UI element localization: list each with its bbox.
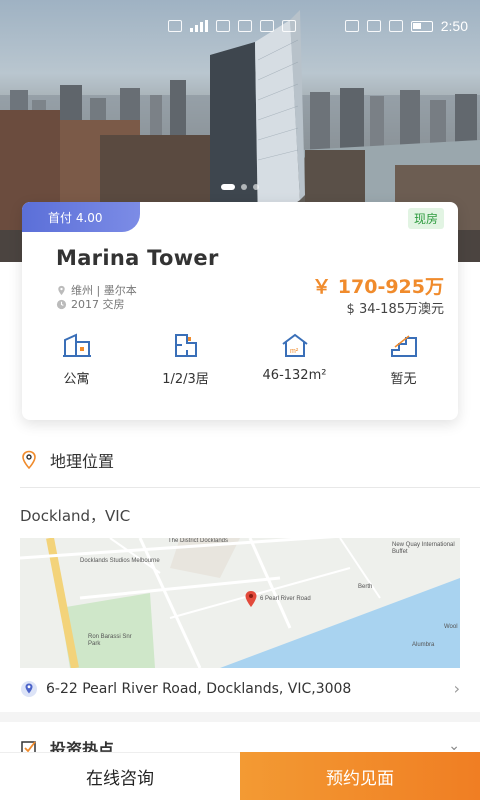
feature-label: 暂无 [390,372,417,387]
map-label: Ron Barassi Snr Park [88,634,132,647]
battery-icon [410,20,433,32]
carousel-indicator [221,184,259,190]
feature-rooms: 1/2/3居 [131,332,240,387]
online-consult-button[interactable]: 在线咨询 [0,752,240,800]
status-time: 2:50 [440,18,468,34]
clock-icon [56,299,67,309]
building-icon [62,333,91,357]
map-label: Wool [444,624,458,630]
app-notification-icon [238,20,252,32]
location-section-header: 地理位置 [20,448,114,472]
signal-icon [190,20,208,32]
map-view[interactable]: The District Docklands Docklands Studios… [20,538,460,668]
feature-label: 公寓 [63,372,90,387]
eye-icon [344,20,359,32]
map-label: Berth [358,584,373,590]
map-label: Docklands Studios Melbourne [80,558,160,564]
map-label: The District Docklands [168,538,229,544]
chevron-right-icon: › [453,679,460,698]
carousel-dot-active[interactable] [221,184,235,190]
hd-icon [168,20,182,32]
alarm-icon [366,20,381,32]
price-aud: $ 34-185万澳元 [346,302,444,317]
location-pin-icon [58,285,65,295]
down-payment-badge: 首付 4.00 [22,202,140,232]
map-label: Alumbra [412,642,435,648]
mail-icon [260,20,274,32]
svg-text:m²: m² [290,348,299,355]
status-badge: 现房 [407,208,444,229]
region-text: Dockland，VIC [20,507,131,525]
floorplan-icon [174,334,197,357]
map-pin-icon[interactable] [244,590,258,608]
area-house-icon: m² [281,333,308,357]
stairs-icon [390,335,417,357]
completion-row: 2017 交房 [56,296,125,312]
location-pin-icon [22,450,36,470]
map-label: New Quay International Buffet [392,542,455,555]
carousel-dot[interactable] [241,184,247,190]
map-label: 6 Pearl River Road [260,596,311,602]
status-bar: 2:50 [168,16,468,36]
address-row[interactable]: 6-22 Pearl River Road, Docklands, VIC,30… [20,679,460,698]
book-meeting-button[interactable]: 预约见面 [240,752,480,800]
completion-text: 2017 交房 [71,298,125,311]
feature-type: 公寓 [22,332,131,387]
feature-label: 46-132m² [262,368,327,383]
property-title: Marina Tower [56,246,219,270]
message-icon [282,20,296,32]
bluetooth-icon [388,20,403,32]
carousel-dot[interactable] [253,184,259,190]
price-cny: ￥ 170-925万 [312,276,444,298]
divider [20,487,480,488]
wifi-icon [216,20,230,32]
feature-area: m² 46-132m² [240,332,349,387]
feature-floor: 暂无 [349,332,458,387]
bottom-action-bar: 在线咨询 预约见面 [0,752,480,800]
property-info-card: 首付 4.00 现房 Marina Tower 维州 | 墨尔本 2017 交房… [22,202,458,420]
address-pin-icon [21,680,37,697]
address-text: 6-22 Pearl River Road, Docklands, VIC,30… [46,680,352,697]
location-section-title: 地理位置 [50,452,115,471]
feature-row: 公寓 1/2/3居 m² 46-132m² 暂无 [22,332,458,387]
feature-label: 1/2/3居 [162,372,209,387]
section-separator [0,712,480,722]
